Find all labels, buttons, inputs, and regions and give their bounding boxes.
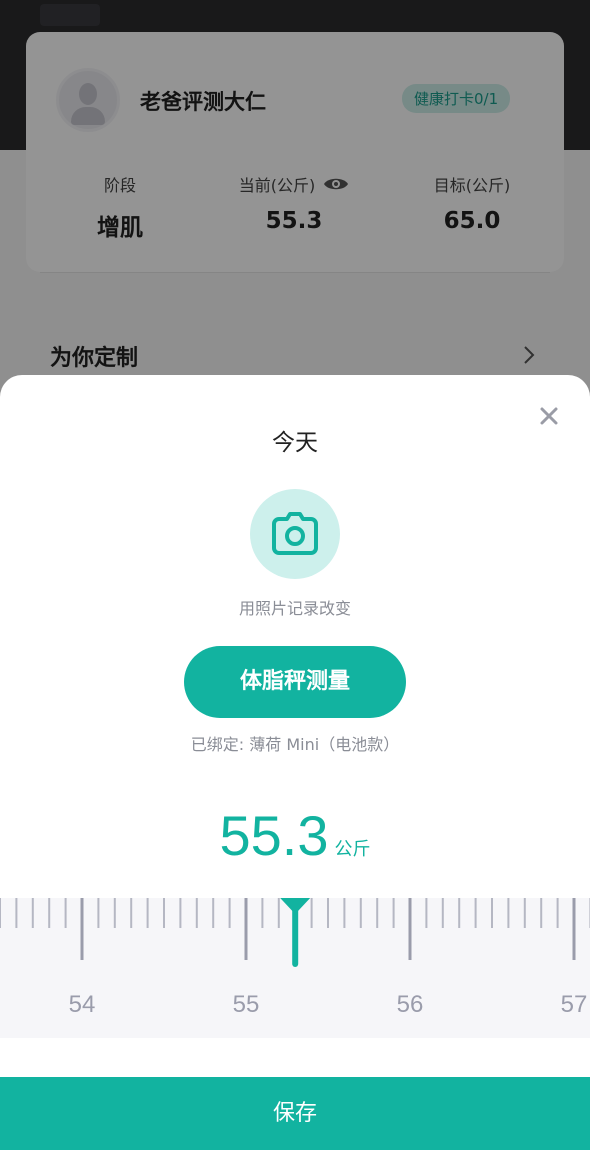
save-button[interactable]: 保存 bbox=[0, 1077, 590, 1150]
weight-unit: 公斤 bbox=[334, 839, 371, 860]
weight-record-sheet: 今天 用照片记录改变 体脂秤测量 已绑定: 薄荷 Mini（电池款） 55.3 公… bbox=[0, 375, 590, 1150]
weight-value: 55.3 bbox=[219, 804, 329, 867]
weight-ruler[interactable]: 54 55 56 57 bbox=[0, 898, 590, 1038]
photo-hint: 用照片记录改变 bbox=[238, 599, 351, 618]
sheet-title: 今天 bbox=[272, 430, 318, 456]
bound-device-text: 已绑定: 薄荷 Mini（电池款） bbox=[190, 735, 400, 754]
ruler-label: 56 bbox=[397, 991, 424, 1018]
scale-measure-button[interactable]: 体脂秤测量 bbox=[184, 646, 406, 718]
camera-icon bbox=[272, 512, 318, 555]
ruler-label: 55 bbox=[233, 991, 260, 1018]
ruler-label: 57 bbox=[561, 991, 588, 1018]
weight-readout: 55.3 公斤 bbox=[0, 803, 590, 868]
ruler-label: 54 bbox=[69, 991, 96, 1018]
camera-button[interactable] bbox=[250, 489, 340, 579]
